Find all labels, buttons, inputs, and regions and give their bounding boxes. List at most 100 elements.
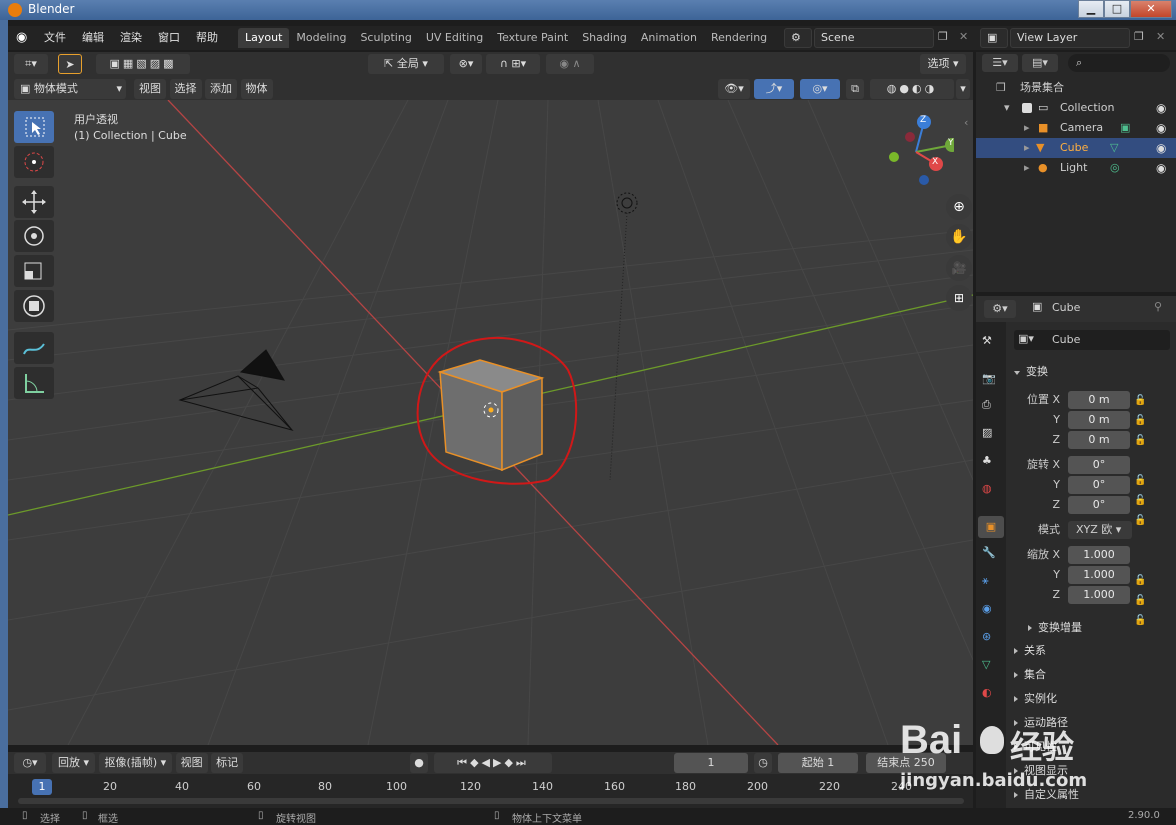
minimize-button[interactable]: ▁ [1078, 0, 1104, 18]
object-name-field[interactable]: ▣▾ Cube [1014, 330, 1170, 350]
data-tab-icon[interactable]: ▽ [982, 658, 990, 671]
physics-tab-icon[interactable]: ◉ [982, 602, 992, 615]
scene-tab-icon[interactable]: ♣ [982, 454, 992, 467]
material-tab-icon[interactable]: ◐ [982, 686, 992, 699]
relations-header[interactable]: 关系 [1014, 642, 1046, 658]
location-y-field[interactable]: 0 m [1068, 411, 1130, 429]
new-scene-icon[interactable]: ❐ [938, 30, 948, 43]
options-dropdown[interactable]: 选项 ▾ [920, 54, 966, 74]
select-mode-icons[interactable]: ▣▦▧▨▩ [96, 54, 190, 74]
location-z-field[interactable]: 0 m [1068, 431, 1130, 449]
view-layer-field[interactable]: View Layer [1010, 28, 1130, 48]
rotation-x-field[interactable]: 0° [1068, 456, 1130, 474]
tab-animation[interactable]: Animation [634, 28, 704, 48]
stopwatch-icon[interactable]: ◷ [754, 753, 772, 773]
outliner-scene-collection[interactable]: ❒ 场景集合 [976, 78, 1176, 98]
playback-controls-icons[interactable]: ⏮◆◀▶◆⏭ [434, 753, 552, 773]
menu-window[interactable]: 窗口 [150, 26, 188, 50]
sidebar-toggle-icon[interactable]: ‹ [964, 116, 968, 129]
annotate-tool-icon[interactable] [14, 332, 54, 364]
cube-object[interactable] [437, 359, 545, 472]
collection-checkbox[interactable] [1022, 103, 1032, 113]
scale-z-field[interactable]: 1.000 [1068, 586, 1130, 604]
pin-icon[interactable]: ⚲ [1154, 300, 1162, 313]
transform-tool-icon[interactable] [14, 290, 54, 322]
pan-hand-icon[interactable]: ✋ [946, 224, 972, 250]
eye-icon[interactable]: ◉ [1156, 138, 1166, 158]
tab-shading[interactable]: Shading [575, 28, 634, 48]
instancing-header[interactable]: 实例化 [1014, 690, 1057, 706]
editor-type-icon[interactable]: ⌗▾ [14, 54, 48, 74]
perspective-toggle-icon[interactable]: ⊞ [946, 285, 972, 311]
tab-texture-paint[interactable]: Texture Paint [490, 28, 575, 48]
expand-arrow-icon[interactable]: ▸ [1024, 138, 1030, 158]
view-layer-icon[interactable]: ▣ [980, 28, 1008, 48]
gizmo-toggle-icon[interactable]: ⤴▾ [754, 79, 794, 99]
render-tab-icon[interactable]: 📷 [982, 372, 996, 385]
3d-viewport[interactable]: 用户透视 (1) Collection | Cube Z Y X ⊕ ✋ 🎥 ⊞… [8, 100, 973, 745]
zoom-icon[interactable]: ⊕ [946, 194, 972, 220]
menu-select[interactable]: 选择 [169, 79, 202, 99]
maximize-button[interactable]: □ [1104, 0, 1130, 18]
camera-view-icon[interactable]: 🎥 [946, 255, 972, 281]
delta-transform-header[interactable]: 变换增量 [1028, 619, 1082, 635]
scale-tool-icon[interactable] [14, 255, 54, 287]
constraints-tab-icon[interactable]: ⊛ [982, 630, 991, 643]
object-tab-icon[interactable]: ▣ [978, 516, 1004, 538]
rotation-z-field[interactable]: 0° [1068, 496, 1130, 514]
close-button[interactable]: ✕ [1130, 0, 1172, 18]
move-tool-icon[interactable] [14, 186, 54, 218]
start-frame-field[interactable]: 起始 1 [778, 753, 858, 773]
select-tool-icon[interactable]: ➤ [58, 54, 82, 74]
proportional-edit-icon[interactable]: ◉ ∧ [546, 54, 594, 74]
tab-uv-editing[interactable]: UV Editing [419, 28, 490, 48]
camera-object[interactable] [178, 349, 294, 431]
expand-arrow-icon[interactable]: ▸ [1024, 118, 1030, 138]
new-view-layer-icon[interactable]: ❐ [1134, 30, 1144, 43]
timeline-menu-marker[interactable]: 标记 [211, 753, 244, 773]
display-mode-icon[interactable]: ▤▾ [1022, 54, 1058, 72]
blender-menu-icon[interactable]: ◉ [16, 31, 32, 45]
timeline-scrollbar[interactable] [18, 798, 964, 804]
properties-editor-icon[interactable]: ⚙▾ [984, 300, 1016, 318]
outliner-item-camera[interactable]: ▸ ■ Camera ▣ ◉ [976, 118, 1176, 138]
shading-options-icon[interactable]: ▾ [956, 79, 970, 99]
menu-file[interactable]: 文件 [36, 26, 74, 50]
snap-icon[interactable]: ∩ ⊞▾ [486, 54, 540, 74]
object-mode-dropdown[interactable]: ▣ 物体模式 ▾ [14, 79, 126, 99]
modifier-tab-icon[interactable]: 🔧 [982, 546, 996, 559]
expand-arrow-icon[interactable]: ▸ [1024, 158, 1030, 178]
remove-scene-icon[interactable]: ✕ [959, 30, 968, 43]
menu-view[interactable]: 视图 [134, 79, 166, 99]
tab-rendering[interactable]: Rendering [704, 28, 774, 48]
playhead[interactable]: 1 [32, 779, 52, 795]
timeline-menu-view[interactable]: 视图 [175, 753, 208, 773]
measure-tool-icon[interactable] [14, 367, 54, 399]
scene-name-field[interactable]: Scene [814, 28, 934, 48]
scale-y-field[interactable]: 1.000 [1068, 566, 1130, 584]
transform-orientation-dropdown[interactable]: ⇱ 全局 ▾ [368, 54, 444, 74]
tab-sculpting[interactable]: Sculpting [353, 28, 418, 48]
record-icon[interactable]: ● [410, 753, 428, 773]
select-box-tool-icon[interactable] [14, 111, 54, 143]
particles-tab-icon[interactable]: ⚹ [982, 574, 989, 588]
menu-render[interactable]: 渲染 [112, 26, 150, 50]
timeline-editor-icon[interactable]: ◷▾ [14, 753, 46, 773]
eye-icon[interactable]: ◉ [1156, 98, 1166, 118]
eye-icon[interactable]: ◉ [1156, 158, 1166, 178]
collections-header[interactable]: 集合 [1014, 666, 1046, 682]
outliner-editor-icon[interactable]: ☰▾ [982, 54, 1018, 72]
playback-dropdown[interactable]: 回放 ▾ [52, 753, 96, 773]
menu-object[interactable]: 物体 [240, 79, 273, 99]
lock-icons[interactable]: 🔓 🔓 🔓 🔓 🔓 🔓 🔓 🔓 🔓 [1134, 391, 1146, 631]
current-frame-field[interactable]: 1 [674, 753, 748, 773]
light-object[interactable] [609, 192, 638, 481]
transform-panel-header[interactable]: 变换 [1014, 363, 1048, 379]
view-layer-tab-icon[interactable]: ▨ [982, 426, 992, 439]
tab-modeling[interactable]: Modeling [289, 28, 353, 48]
menu-add[interactable]: 添加 [205, 79, 237, 99]
outliner-item-light[interactable]: ▸ ● Light ◎ ◉ [976, 158, 1176, 178]
cursor-tool-icon[interactable] [14, 146, 54, 178]
tab-layout[interactable]: Layout [238, 28, 290, 48]
menu-help[interactable]: 帮助 [188, 26, 226, 50]
